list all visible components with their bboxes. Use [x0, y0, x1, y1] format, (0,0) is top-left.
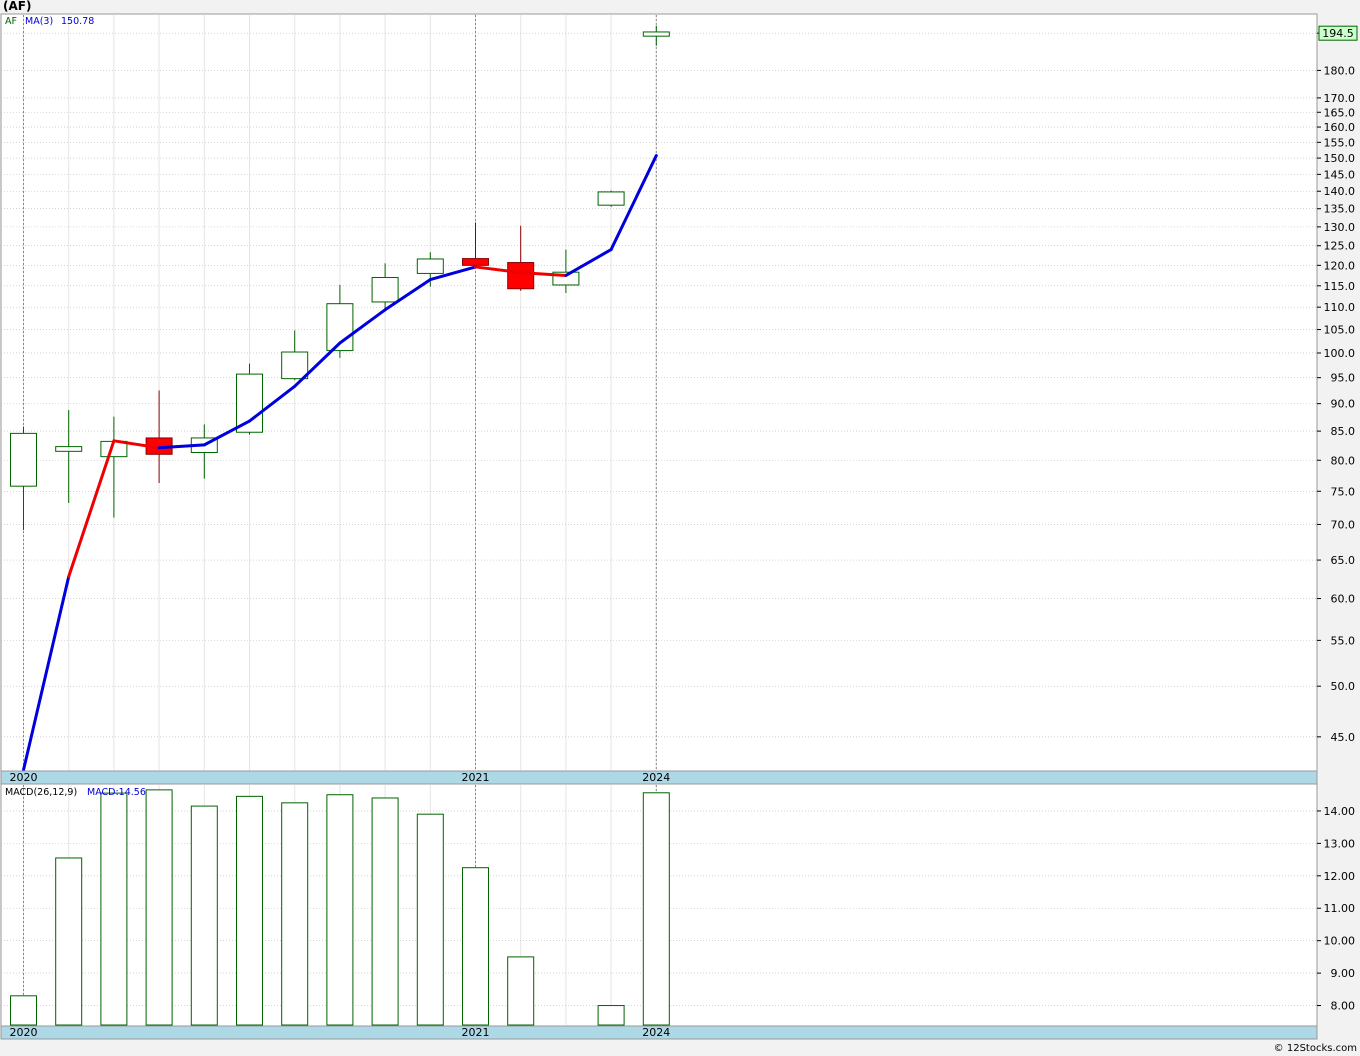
candle-up — [236, 373, 263, 433]
price-y-tick-label: 115.0 — [1324, 280, 1356, 293]
price-y-tick-label: 60.0 — [1331, 593, 1356, 606]
price-y-axis: 45.0 50.0 55.0 60.0 65.0 70.0 75.0 80.0 85.0 90.0… — [1317, 25, 1358, 744]
price-legend-symbol: AF — [5, 16, 17, 27]
macd-bar — [100, 792, 128, 1026]
price-y-tick-label: 120.0 — [1324, 259, 1356, 272]
price-y-tick-label: 80.0 — [1331, 454, 1356, 467]
price-y-tick-label: 125.0 — [1324, 240, 1356, 253]
macd-bar — [55, 857, 83, 1026]
price-y-tick-label: 105.0 — [1324, 324, 1356, 337]
candle-up — [281, 351, 309, 380]
price-y-tick-label: 155.0 — [1324, 136, 1356, 149]
macd-y-tick-label: 14.00 — [1324, 805, 1356, 818]
macd-bar — [10, 995, 37, 1026]
candle-up — [416, 258, 444, 274]
candle-down — [507, 262, 535, 290]
macd-bar — [597, 1005, 625, 1026]
price-legend-ma-label: MA(3) — [25, 16, 53, 27]
macd-y-axis: 8.00 9.00 10.00 11.00 12.00 13.00 14.00 — [1317, 805, 1355, 1013]
price-y-tick-label: 180.0 — [1324, 64, 1356, 77]
price-y-tick-label: 165.0 — [1324, 106, 1356, 119]
macd-bar — [642, 792, 670, 1026]
price-y-tick-label: 90.0 — [1331, 398, 1356, 411]
price-y-tick-label: 70.0 — [1331, 518, 1356, 531]
price-y-tick-label: 150.0 — [1324, 152, 1356, 165]
macd-y-tick-label: 9.00 — [1331, 967, 1356, 980]
price-y-tick-label: 110.0 — [1324, 301, 1356, 314]
price-y-tick-label: 145.0 — [1324, 168, 1356, 181]
macd-y-tick-label: 8.00 — [1331, 1000, 1356, 1013]
copyright: © 12Stocks.com — [1274, 1043, 1357, 1054]
price-y-tick-label: 100.0 — [1324, 347, 1356, 360]
macd-y-tick-label: 13.00 — [1324, 837, 1356, 850]
macd-x-tick-label: 2021 — [462, 1026, 490, 1039]
macd-bar — [326, 794, 354, 1026]
chart: 45.0 50.0 55.0 60.0 65.0 70.0 75.0 80.0 85.0 90.0… — [0, 13, 1358, 1054]
price-y-tick-label: 140.0 — [1324, 185, 1356, 198]
price-y-tick-label: 85.0 — [1331, 425, 1356, 438]
macd-y-tick-label: 11.00 — [1324, 902, 1356, 915]
price-legend-ma-value: 150.78 — [61, 16, 94, 27]
macd-x-tick-label: 2020 — [10, 1026, 38, 1039]
price-y-tick-label: 130.0 — [1324, 221, 1356, 234]
price-x-tick-label: 2024 — [642, 771, 670, 784]
price-y-tick-label: 160.0 — [1324, 121, 1356, 134]
macd-y-tick-label: 10.00 — [1324, 935, 1356, 948]
price-x-tick-label: 2021 — [462, 771, 490, 784]
candle-up — [55, 446, 83, 452]
candle-up — [642, 31, 670, 37]
macd-bar — [236, 795, 263, 1026]
price-y-tick-label: 75.0 — [1331, 485, 1356, 498]
macd-bar — [507, 956, 535, 1026]
macd-bar — [190, 805, 218, 1026]
macd-bar — [371, 797, 399, 1026]
macd-bar — [462, 867, 489, 1026]
price-y-tick-label: 55.0 — [1331, 634, 1356, 647]
macd-legend-label: MACD(26,12,9) — [5, 787, 77, 798]
candle-up — [597, 191, 625, 206]
candle-up — [10, 432, 37, 487]
price-y-tick-label: 50.0 — [1331, 680, 1356, 693]
macd-bar — [281, 802, 309, 1026]
macd-bar — [145, 789, 173, 1026]
price-y-tick-label: 170.0 — [1324, 92, 1356, 105]
macd-legend-value: MACD:14.56 — [87, 787, 146, 798]
price-y-tick-label: 135.0 — [1324, 203, 1356, 216]
candle-down — [462, 258, 489, 266]
macd-bar — [416, 813, 444, 1026]
macd-y-tick-label: 12.00 — [1324, 870, 1356, 883]
price-y-tick-label: 65.0 — [1331, 554, 1356, 567]
price-x-tick-label: 2020 — [10, 771, 38, 784]
price-y-tick-label: 45.0 — [1331, 731, 1356, 744]
price-y-tick-label: 95.0 — [1331, 372, 1356, 385]
candle-up — [371, 277, 399, 303]
macd-x-tick-label: 2024 — [642, 1026, 670, 1039]
price-panel — [0, 13, 1318, 772]
last-price-label: 194.5 — [1322, 27, 1354, 40]
